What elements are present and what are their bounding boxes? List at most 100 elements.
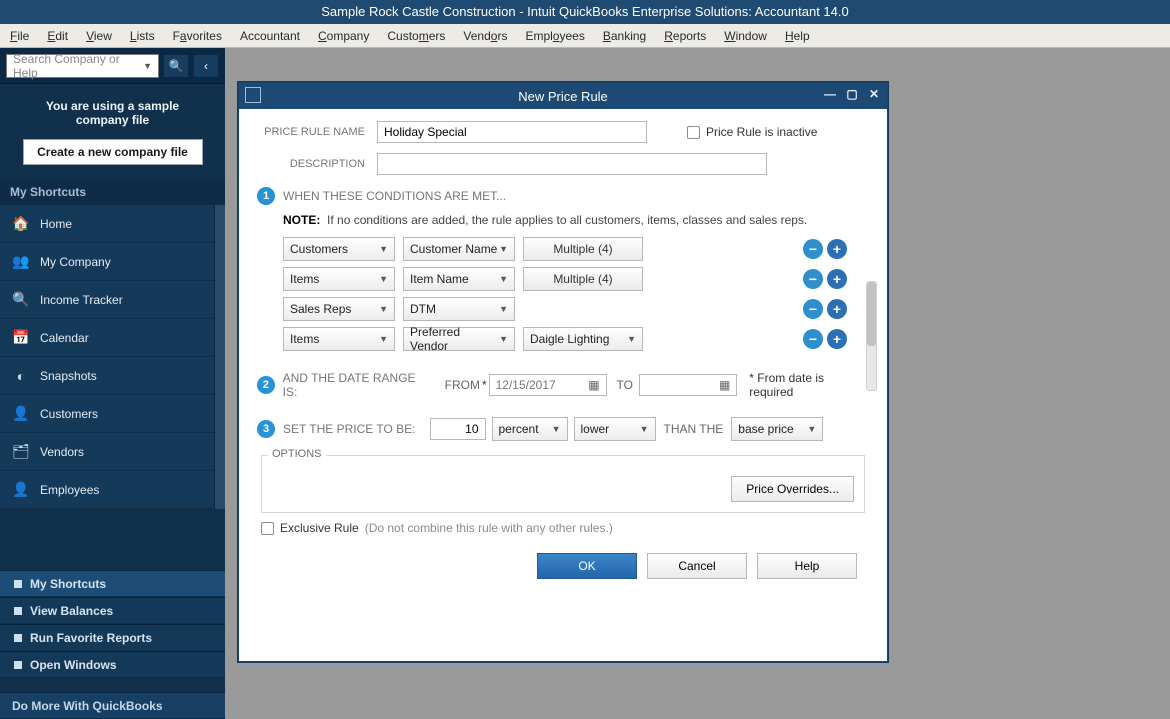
condition-row: Customers▼ Customer Name▼ Multiple (4) −+ — [283, 237, 847, 261]
price-rule-name-input[interactable] — [377, 121, 647, 143]
dropdown-icon[interactable]: ▼ — [143, 61, 152, 71]
sidebar-item-calendar[interactable]: 📅Calendar — [0, 319, 225, 357]
bottom-view-balances[interactable]: View Balances — [0, 597, 225, 624]
window-title: Sample Rock Castle Construction - Intuit… — [0, 0, 1170, 24]
bottom-label: Open Windows — [30, 658, 117, 672]
chevron-left-icon: ‹ — [204, 59, 208, 73]
step-3-icon: 3 — [257, 420, 275, 438]
add-condition-button[interactable]: + — [827, 239, 847, 259]
add-condition-button[interactable]: + — [827, 329, 847, 349]
condition-type-combo[interactable]: Sales Reps▼ — [283, 297, 395, 321]
modal-title: New Price Rule — [518, 89, 608, 104]
to-date-input[interactable]: ▦ — [639, 374, 737, 396]
menu-view[interactable]: View — [86, 29, 112, 43]
collapse-button[interactable]: ‹ — [193, 54, 219, 78]
menu-lists[interactable]: Lists — [130, 29, 155, 43]
search-button[interactable]: 🔍 — [163, 54, 189, 78]
sidebar-item-employees[interactable]: 👤Employees — [0, 471, 225, 509]
bottom-label: My Shortcuts — [30, 577, 106, 591]
sidebar-item-snapshots[interactable]: ◐Snapshots — [0, 357, 225, 395]
menu-help[interactable]: Help — [785, 29, 810, 43]
condition-field-combo[interactable]: Customer Name▼ — [403, 237, 515, 261]
chevron-down-icon: ▼ — [499, 274, 508, 284]
condition-type-combo[interactable]: Customers▼ — [283, 237, 395, 261]
system-menu-icon[interactable] — [245, 87, 261, 103]
condition-type-combo[interactable]: Items▼ — [283, 327, 395, 351]
nav-label: Vendors — [40, 445, 84, 459]
menu-reports[interactable]: Reports — [664, 29, 706, 43]
ok-button[interactable]: OK — [537, 553, 637, 579]
menu-company[interactable]: Company — [318, 29, 369, 43]
step-2-label: AND THE DATE RANGE IS: — [283, 371, 431, 399]
minimize-button[interactable]: — — [821, 86, 839, 102]
remove-condition-button[interactable]: − — [803, 299, 823, 319]
bottom-do-more[interactable]: Do More With QuickBooks — [0, 692, 225, 719]
menu-banking[interactable]: Banking — [603, 29, 646, 43]
nav-label: Customers — [40, 407, 98, 421]
multiple-button[interactable]: Multiple (4) — [523, 237, 643, 261]
menu-employees[interactable]: Employees — [525, 29, 584, 43]
condition-field-combo[interactable]: Preferred Vendor▼ — [403, 327, 515, 351]
multiple-button[interactable]: Multiple (4) — [523, 267, 643, 291]
create-company-button[interactable]: Create a new company file — [23, 139, 203, 165]
help-button[interactable]: Help — [757, 553, 857, 579]
condition-field-combo[interactable]: DTM▼ — [403, 297, 515, 321]
sidebar-item-vendors[interactable]: 🗂Vendors — [0, 433, 225, 471]
condition-field: Item Name — [410, 272, 469, 286]
nav-list: 🏠Home👥My Company🔍Income Tracker📅Calendar… — [0, 205, 225, 509]
note-label: NOTE: — [283, 213, 320, 227]
basis-value: base price — [738, 422, 793, 436]
menu-favorites[interactable]: Favorites — [173, 29, 222, 43]
calendar-icon[interactable]: ▦ — [719, 378, 730, 392]
from-date-input[interactable]: 12/15/2017 ▦ — [489, 374, 607, 396]
amount-input[interactable] — [430, 418, 486, 440]
exclusive-checkbox[interactable] — [261, 522, 274, 535]
bottom-run-reports[interactable]: Run Favorite Reports — [0, 624, 225, 651]
description-input[interactable] — [377, 153, 767, 175]
remove-condition-button[interactable]: − — [803, 269, 823, 289]
modal-titlebar[interactable]: New Price Rule — ▢ ✕ — [239, 83, 887, 109]
to-label: TO — [617, 378, 633, 392]
inactive-checkbox[interactable]: Price Rule is inactive — [687, 125, 817, 139]
bottom-my-shortcuts[interactable]: My Shortcuts — [0, 570, 225, 597]
exclusive-label: Exclusive Rule — [280, 521, 359, 535]
cancel-button[interactable]: Cancel — [647, 553, 747, 579]
close-button[interactable]: ✕ — [865, 86, 883, 102]
condition-field: Preferred Vendor — [410, 325, 499, 353]
maximize-button[interactable]: ▢ — [843, 86, 861, 102]
remove-condition-button[interactable]: − — [803, 239, 823, 259]
chevron-down-icon: ▼ — [379, 274, 388, 284]
sidebar-item-income-tracker[interactable]: 🔍Income Tracker — [0, 281, 225, 319]
remove-condition-button[interactable]: − — [803, 329, 823, 349]
price-overrides-button[interactable]: Price Overrides... — [731, 476, 854, 502]
menu-customers[interactable]: Customers — [387, 29, 445, 43]
sidebar-item-my-company[interactable]: 👥My Company — [0, 243, 225, 281]
search-input[interactable]: Search Company or Help ▼ — [6, 54, 159, 78]
search-placeholder: Search Company or Help — [13, 52, 143, 80]
menu-window[interactable]: Window — [724, 29, 767, 43]
add-condition-button[interactable]: + — [827, 269, 847, 289]
condition-type: Sales Reps — [290, 302, 351, 316]
shortcuts-header: My Shortcuts — [0, 179, 225, 205]
condition-field-combo[interactable]: Item Name ▼ — [403, 267, 515, 291]
conditions-scrollbar[interactable] — [866, 281, 877, 391]
basis-combo[interactable]: base price▼ — [731, 417, 823, 441]
sidebar-item-customers[interactable]: 👤Customers — [0, 395, 225, 433]
left-panel: Search Company or Help ▼ 🔍 ‹ You are usi… — [0, 48, 225, 719]
chevron-down-icon: ▼ — [552, 424, 561, 434]
direction-combo[interactable]: lower▼ — [574, 417, 656, 441]
unit-combo[interactable]: percent▼ — [492, 417, 568, 441]
calendar-icon[interactable]: ▦ — [588, 378, 599, 392]
exclusive-hint: (Do not combine this rule with any other… — [365, 521, 613, 535]
menu-vendors[interactable]: Vendors — [463, 29, 507, 43]
step-1-icon: 1 — [257, 187, 275, 205]
menu-accountant[interactable]: Accountant — [240, 29, 300, 43]
search-icon: 🔍 — [169, 59, 184, 73]
menu-file[interactable]: File — [10, 29, 29, 43]
menu-edit[interactable]: Edit — [47, 29, 68, 43]
add-condition-button[interactable]: + — [827, 299, 847, 319]
bottom-open-windows[interactable]: Open Windows — [0, 651, 225, 678]
sidebar-item-home[interactable]: 🏠Home — [0, 205, 225, 243]
condition-type-combo[interactable]: Items▼ — [283, 267, 395, 291]
condition-value-combo[interactable]: Daigle Lighting▼ — [523, 327, 643, 351]
